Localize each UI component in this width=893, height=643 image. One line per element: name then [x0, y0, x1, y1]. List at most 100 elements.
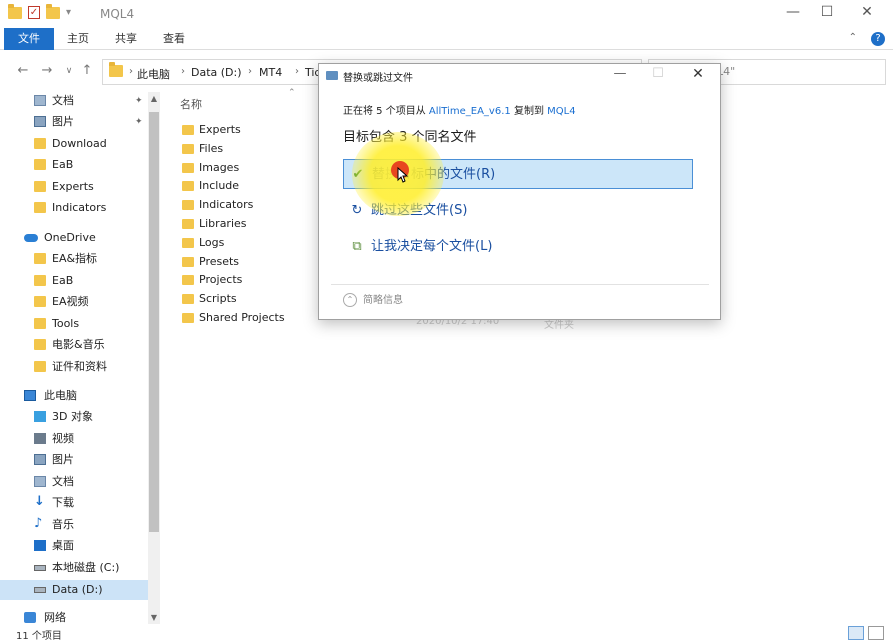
chevron-right-icon[interactable]: › [181, 66, 185, 77]
customize-quick-access-icon[interactable]: ▾ [66, 7, 71, 18]
breadcrumb-mt4[interactable]: MT4 [259, 66, 282, 79]
pin-icon[interactable]: ✦ [135, 112, 143, 132]
tab-home[interactable]: 主页 [58, 28, 98, 50]
network-icon [24, 612, 36, 623]
destination-link[interactable]: MQL4 [547, 106, 575, 117]
nav-item-eab-2[interactable]: EaB [0, 271, 148, 291]
skip-files-option[interactable]: ↻ 跳过这些文件(S) [343, 196, 693, 226]
nav-item-music[interactable]: ♪ 音乐 [0, 515, 148, 535]
decide-each-option[interactable]: ⧉ 让我决定每个文件(L) [343, 232, 693, 262]
folder-icon [182, 294, 194, 304]
skip-icon: ↻ [351, 203, 363, 218]
source-link[interactable]: AllTime_EA_v6.1 [429, 106, 511, 117]
properties-icon[interactable]: ✓ [28, 6, 40, 19]
recent-locations-icon[interactable]: ∨ [60, 66, 78, 76]
chevron-right-icon[interactable]: › [295, 66, 299, 77]
nav-item-download[interactable]: Download [0, 134, 148, 154]
new-folder-icon[interactable] [46, 3, 60, 19]
pin-icon[interactable]: ✦ [135, 91, 143, 111]
folder-icon [182, 257, 194, 267]
nav-item-eab[interactable]: EaB [0, 155, 148, 175]
nav-item-documents-certs[interactable]: 证件和资料 [0, 357, 148, 377]
breadcrumb-data-drive[interactable]: Data (D:) [191, 66, 242, 79]
nav-item-desktop[interactable]: 桌面 [0, 536, 148, 556]
download-icon: ↓ [34, 494, 45, 509]
nav-item-videos[interactable]: 视频 [0, 429, 148, 449]
folder-icon [34, 159, 46, 170]
3d-objects-icon [34, 411, 46, 422]
drive-icon [34, 565, 46, 571]
chevron-up-icon[interactable]: ⌃ [849, 32, 857, 43]
less-details-toggle[interactable]: ⌃ 简略信息 [343, 291, 403, 307]
folder-icon [182, 275, 194, 285]
check-icon: ✔ [352, 167, 364, 182]
folder-icon [182, 238, 194, 248]
nav-item-pictures[interactable]: 图片 ✦ [0, 112, 148, 132]
pictures-icon [34, 454, 46, 465]
window-title: MQL4 [100, 7, 135, 21]
folder-icon [34, 318, 46, 329]
maximize-button[interactable]: ☐ [812, 4, 842, 20]
title-bar: ✓ ▾ MQL4 — ☐ ✕ [0, 0, 893, 28]
nav-scrollbar[interactable]: ▲ ▼ [148, 92, 160, 624]
chevron-right-icon[interactable]: › [129, 66, 133, 77]
nav-item-tools[interactable]: Tools [0, 314, 148, 334]
music-icon: ♪ [34, 516, 43, 531]
details-view-icon[interactable] [848, 626, 864, 640]
chevron-right-icon[interactable]: › [248, 66, 252, 77]
pictures-icon [34, 116, 46, 127]
dialog-heading: 目标包含 3 个同名文件 [343, 130, 477, 145]
folder-icon [34, 181, 46, 192]
tab-share[interactable]: 共享 [106, 28, 146, 50]
column-header-name[interactable]: 名称 [180, 96, 202, 112]
dialog-title: 替换或跳过文件 [343, 73, 413, 84]
help-icon[interactable]: ? [871, 32, 885, 46]
ribbon-tabs: 文件 主页 共享 查看 ⌃ ? [0, 28, 893, 50]
nav-item-documents-pc[interactable]: 文档 [0, 472, 148, 492]
tab-view[interactable]: 查看 [154, 28, 194, 50]
nav-item-experts[interactable]: Experts [0, 177, 148, 197]
folder-icon [182, 163, 194, 173]
video-icon [34, 433, 46, 444]
decide-icon: ⧉ [352, 239, 362, 254]
status-bar: 11 个项目 [0, 624, 893, 643]
item-count: 11 个项目 [16, 631, 62, 642]
dialog-close-button[interactable]: ✕ [683, 66, 713, 82]
scroll-up-icon[interactable]: ▲ [148, 94, 160, 103]
dialog-divider [331, 284, 709, 285]
dialog-minimize-button[interactable]: — [605, 66, 635, 81]
folder-icon [34, 202, 46, 213]
nav-item-documents[interactable]: 文档 ✦ [0, 91, 148, 111]
folder-icon [182, 200, 194, 210]
forward-arrow-icon[interactable]: → [38, 63, 56, 78]
nav-item-ea-video[interactable]: EA视频 [0, 292, 148, 312]
back-arrow-icon[interactable]: ← [14, 63, 32, 78]
nav-item-onedrive[interactable]: OneDrive [0, 228, 148, 248]
nav-item-ea-indicators[interactable]: EA&指标 [0, 249, 148, 269]
nav-item-indicators[interactable]: Indicators [0, 198, 148, 218]
up-arrow-icon[interactable]: ↑ [78, 63, 96, 78]
navigation-pane: 文档 ✦ 图片 ✦ Download EaB Experts Indicators … [0, 88, 160, 624]
nav-item-3d-objects[interactable]: 3D 对象 [0, 407, 148, 427]
folder-icon [34, 275, 46, 286]
copy-icon [326, 71, 338, 80]
nav-item-movies-music[interactable]: 电影&音乐 [0, 335, 148, 355]
scrollbar-thumb[interactable] [149, 112, 159, 532]
copy-description: 正在将 5 个项目从 AllTime_EA_v6.1 复制到 MQL4 [343, 106, 576, 117]
folder-icon [34, 296, 46, 307]
close-button[interactable]: ✕ [852, 4, 882, 20]
nav-item-pictures-pc[interactable]: 图片 [0, 450, 148, 470]
nav-item-this-pc[interactable]: 此电脑 [0, 386, 148, 406]
scroll-down-icon[interactable]: ▼ [148, 613, 160, 622]
minimize-button[interactable]: — [778, 4, 808, 20]
nav-item-local-disk-c[interactable]: 本地磁盘 (C:) [0, 558, 148, 578]
large-icons-view-icon[interactable] [868, 626, 884, 640]
folder-icon[interactable] [8, 3, 22, 19]
breadcrumb-this-pc[interactable]: 此电脑 [137, 66, 170, 82]
replace-files-option[interactable]: ✔ 替换目标中的文件(R) [343, 159, 693, 189]
this-pc-icon [24, 390, 36, 401]
nav-item-data-d[interactable]: Data (D:) [0, 580, 148, 600]
tab-file[interactable]: 文件 [4, 28, 54, 50]
folder-icon [34, 253, 46, 264]
nav-item-downloads[interactable]: ↓ 下载 [0, 493, 148, 513]
